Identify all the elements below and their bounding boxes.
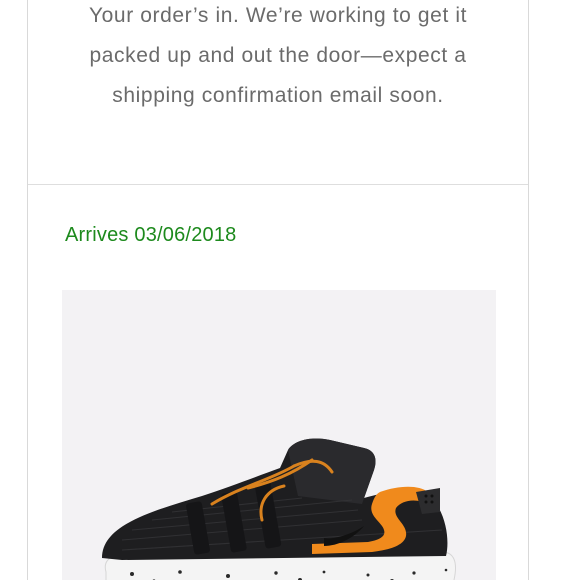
order-confirmation-message: Your order’s in. We’re working to get it…	[28, 0, 528, 116]
arrival-date: Arrives 03/06/2018	[65, 224, 237, 246]
confirmation-line-3: shipping confirmation email soon.	[112, 84, 444, 107]
confirmation-line-1: Your order’s in. We’re working to get it	[88, 4, 468, 27]
product-image[interactable]	[62, 290, 496, 580]
confirmation-line-2: packed up and out the door—expect a	[89, 44, 467, 67]
section-divider	[28, 184, 528, 185]
order-email-card: Your order’s in. We’re working to get it…	[27, 0, 529, 580]
sneaker-image-icon	[102, 438, 456, 580]
